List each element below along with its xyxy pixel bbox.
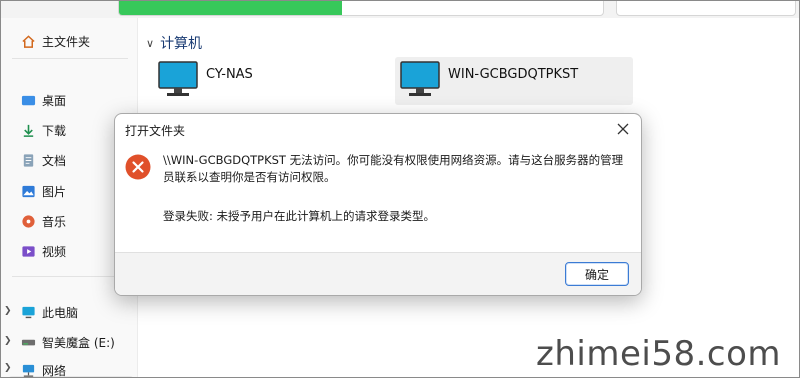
chevron-down-icon[interactable]: ∨ — [146, 37, 154, 50]
chevron-right-icon[interactable]: ❯ — [4, 306, 12, 316]
computer-name: CY-NAS — [206, 67, 253, 82]
monitor-icon — [400, 59, 440, 104]
close-icon — [617, 123, 629, 135]
video-icon — [20, 243, 36, 259]
sidebar-item-this-pc[interactable]: 此电脑 — [20, 301, 78, 323]
sidebar-item-label: 下载 — [42, 123, 67, 138]
dialog-title: 打开文件夹 — [125, 124, 186, 138]
sidebar-item-label: 文档 — [42, 153, 67, 168]
close-button[interactable] — [611, 118, 635, 140]
music-icon — [20, 213, 36, 229]
sidebar-item-label: 视频 — [42, 244, 67, 259]
section-header-computers[interactable]: ∨ 计算机 — [146, 33, 202, 53]
computer-item-cy-nas[interactable]: CY-NAS — [158, 59, 378, 103]
sidebar-divider — [12, 276, 128, 277]
sidebar-item-label: 桌面 — [42, 93, 67, 108]
sidebar-item-music[interactable]: 音乐 — [20, 210, 66, 232]
sidebar-divider — [12, 58, 128, 59]
sidebar-item-videos[interactable]: 视频 — [20, 240, 66, 262]
watermark-text: zhimei58.com — [536, 334, 782, 374]
sidebar-item-label: 智美魔盒 (E:) — [42, 335, 115, 350]
desktop-icon — [20, 92, 36, 108]
chevron-right-icon[interactable]: ❯ — [4, 336, 12, 346]
top-toolbar-strip — [0, 0, 800, 18]
sidebar-item-label: 主文件夹 — [42, 34, 91, 49]
computer-name: WIN-GCBGDQTPKST — [448, 67, 579, 82]
sidebar-item-label: 图片 — [42, 184, 67, 199]
sidebar-item-network[interactable]: 网络 — [20, 359, 66, 378]
pictures-icon — [20, 183, 36, 199]
dialog-footer: 确定 — [115, 252, 641, 295]
home-icon — [20, 33, 36, 49]
ok-button[interactable]: 确定 — [565, 262, 629, 286]
monitor-icon — [158, 59, 198, 104]
drive-icon — [20, 334, 36, 350]
this-pc-icon — [20, 304, 36, 320]
sidebar-item-pictures[interactable]: 图片 — [20, 180, 66, 202]
error-message: \\WIN-GCBGDQTPKST 无法访问。你可能没有权限使用网络资源。请与这… — [163, 153, 624, 184]
download-icon — [20, 122, 36, 138]
chevron-right-icon[interactable]: ❯ — [4, 363, 12, 373]
error-detail: 登录失败: 未授予用户在此计算机上的请求登录类型。 — [163, 209, 436, 223]
error-icon — [125, 154, 151, 180]
sidebar-item-documents[interactable]: 文档 — [20, 149, 66, 171]
open-folder-error-dialog: 打开文件夹 \\WIN-GCBGDQTPKST 无法访问。你可能没有权限使用网络… — [114, 113, 642, 296]
search-input[interactable] — [616, 0, 796, 16]
sidebar-item-label: 此电脑 — [42, 305, 79, 320]
sidebar-item-label: 网络 — [42, 363, 67, 378]
sidebar-item-home[interactable]: 主文件夹 — [20, 30, 90, 52]
sidebar-item-drive-e[interactable]: 智美魔盒 (E:) — [20, 331, 115, 353]
document-icon — [20, 152, 36, 168]
sidebar-item-desktop[interactable]: 桌面 — [20, 89, 66, 111]
sidebar-item-downloads[interactable]: 下载 — [20, 119, 66, 141]
computer-item-win-gcbgdqtpkst[interactable]: WIN-GCBGDQTPKST — [395, 57, 633, 105]
address-bar[interactable] — [118, 0, 604, 16]
sidebar-item-label: 音乐 — [42, 214, 67, 229]
address-progress-fill — [119, 0, 342, 15]
network-icon — [20, 362, 36, 378]
section-title: 计算机 — [160, 36, 203, 52]
